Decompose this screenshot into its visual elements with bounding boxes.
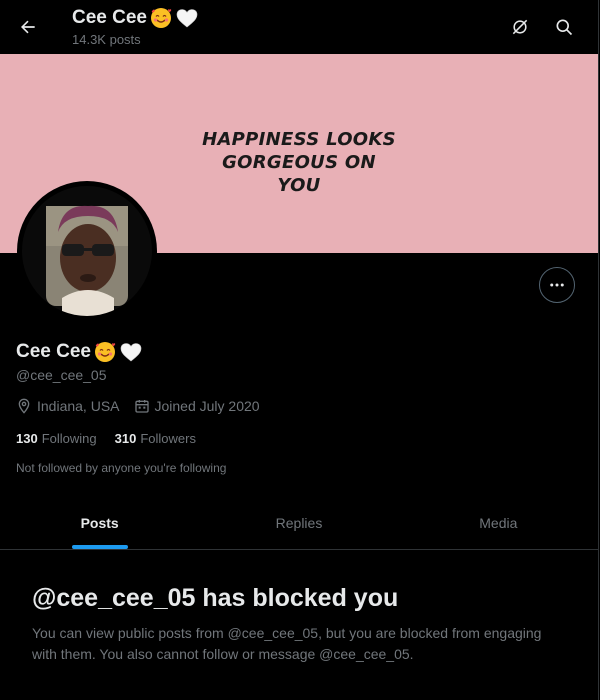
followers-count: 310 <box>114 431 137 446</box>
tab-label: Posts <box>80 515 119 531</box>
tab-posts[interactable]: Posts <box>0 497 199 549</box>
avatar-portrait <box>22 186 152 316</box>
header-title-block: Cee Cee 14.3K posts <box>72 6 199 48</box>
profile-meta: Indiana, USA Joined July 2020 <box>16 398 274 414</box>
following-link[interactable]: 130 Following <box>16 431 97 446</box>
tab-label: Replies <box>275 515 323 531</box>
back-arrow-icon <box>21 20 35 34</box>
more-horizontal-icon <box>550 283 564 287</box>
profile-tabs: Posts Replies Media <box>0 497 598 550</box>
header-name: Cee Cee <box>72 7 147 28</box>
search-button[interactable] <box>548 11 580 43</box>
following-label: Following <box>41 431 97 446</box>
header-title: Cee Cee <box>72 6 199 30</box>
top-bar: Cee Cee 14.3K posts <box>0 0 598 54</box>
profile-handle: @cee_cee_05 <box>16 367 107 383</box>
more-options-button[interactable] <box>539 267 575 303</box>
grok-button[interactable] <box>504 11 536 43</box>
location-pin-icon <box>18 398 30 414</box>
post-count: 14.3K posts <box>72 32 141 47</box>
following-count: 130 <box>16 431 38 446</box>
profile-name: Cee Cee <box>16 340 143 364</box>
smiling-face-with-hearts-icon <box>151 8 172 28</box>
banner-line: HAPPINESS LOOKS <box>202 129 396 150</box>
profile-page: Cee Cee 14.3K posts HAPPINESS LOOKS GORG… <box>0 0 599 700</box>
grok-icon <box>512 19 528 35</box>
follow-counts: 130 Following 310 Followers <box>16 431 214 446</box>
avatar[interactable] <box>17 181 157 321</box>
tab-replies[interactable]: Replies <box>199 497 398 549</box>
avatar-photo <box>22 186 152 316</box>
back-button[interactable] <box>12 11 44 43</box>
blocked-title: @cee_cee_05 has blocked you <box>32 584 399 612</box>
smiling-face-with-hearts-icon <box>95 342 116 362</box>
profile-name-text: Cee Cee <box>16 341 91 362</box>
not-followed-notice: Not followed by anyone you're following <box>16 461 227 475</box>
banner-line: GORGEOUS ON <box>222 152 376 173</box>
white-heart-icon <box>176 9 198 28</box>
tab-label: Media <box>479 515 518 531</box>
tab-media[interactable]: Media <box>399 497 598 549</box>
location: Indiana, USA <box>16 398 120 414</box>
calendar-icon <box>134 400 149 413</box>
location-text: Indiana, USA <box>37 398 120 414</box>
joined-date: Joined July 2020 <box>134 398 260 414</box>
joined-text: Joined July 2020 <box>154 398 260 414</box>
followers-link[interactable]: 310 Followers <box>115 431 196 446</box>
search-icon <box>556 19 573 36</box>
white-heart-icon <box>120 343 142 362</box>
blocked-body: You can view public posts from @cee_cee_… <box>32 625 542 662</box>
followers-label: Followers <box>140 431 196 446</box>
active-tab-indicator <box>71 545 128 549</box>
